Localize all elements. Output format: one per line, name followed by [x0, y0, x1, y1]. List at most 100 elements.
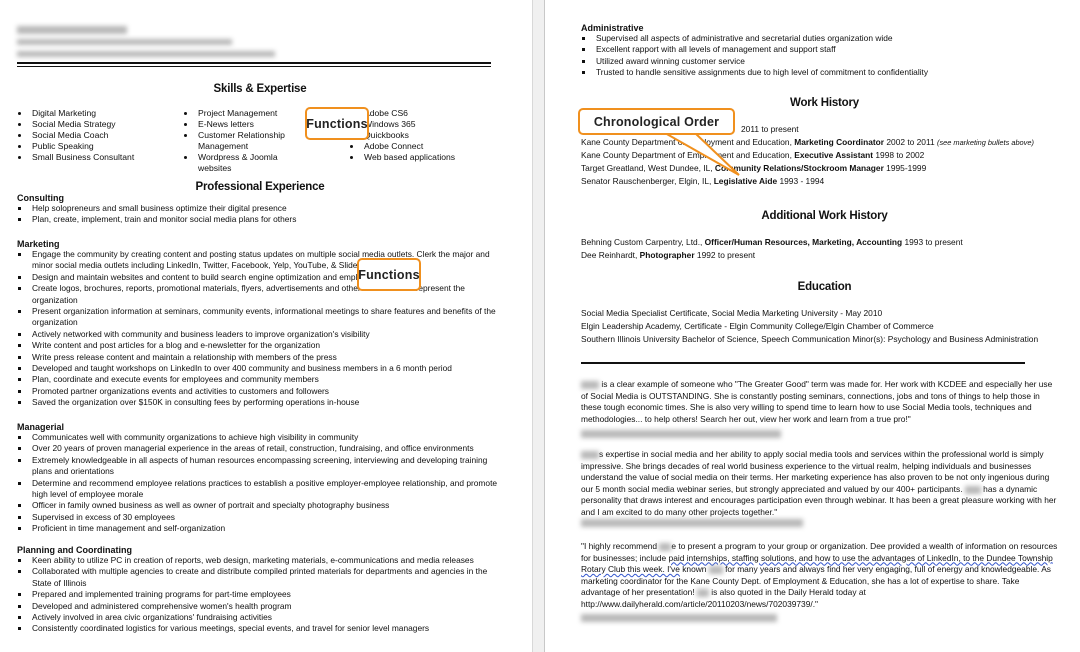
skill-item: Small Business Consultant	[16, 152, 176, 163]
bullet-item: Supervised all aspects of administrative…	[581, 33, 1061, 44]
entry-text: Dee Reinhardt,	[581, 250, 640, 260]
experience-section: Consulting Help solopreneurs and small bu…	[17, 193, 507, 226]
bullet-item: Supervised in excess of 30 employees	[17, 512, 507, 523]
skill-item: Adobe Connect	[348, 141, 508, 152]
section-title: Consulting	[17, 193, 64, 203]
bullet-item: Engage the community by creating content…	[17, 249, 507, 272]
bullet-item: Prepared and implemented training progra…	[17, 589, 507, 600]
testimonial-text: is a clear example of someone who "The G…	[581, 379, 1053, 424]
bullet-item: Determine and recommend employee relatio…	[17, 478, 507, 501]
bullet-item: Excellent rapport with all levels of man…	[581, 44, 1061, 55]
bullet-list: Communicates well with community organiz…	[17, 432, 507, 535]
bullet-item: Create logos, brochures, reports, promot…	[17, 283, 507, 306]
bullet-item: Write content and post articles for a bl…	[17, 340, 507, 351]
bullet-list: Supervised all aspects of administrative…	[581, 33, 1061, 79]
testimonial-3-signature-blurred	[581, 614, 777, 622]
bullet-item: Officer in family owned business as well…	[17, 500, 507, 511]
entry-text: 1992 to present	[694, 250, 756, 260]
job-title: Officer/Human Resources, Marketing, Acco…	[704, 237, 903, 247]
education-heading: Education	[797, 281, 852, 293]
testimonial-text: known	[679, 564, 709, 575]
skill-item: Quickbooks	[348, 130, 508, 141]
skill-item: Adobe CS6	[348, 108, 508, 119]
experience-section: Planning and Coordinating Keen ability to…	[17, 545, 507, 635]
bullet-list: Help solopreneurs and small business opt…	[17, 203, 507, 226]
contact-header-blurred	[17, 26, 275, 57]
bullet-item: Collaborated with multiple agencies to c…	[17, 566, 507, 589]
bullet-item: Consistently coordinated logistics for v…	[17, 623, 507, 634]
education-entry: Elgin Leadership Academy, Certificate - …	[581, 321, 934, 331]
history-entry: Dee Reinhardt, Photographer 1992 to pres…	[581, 249, 1071, 262]
bullet-item: Utilized award winning customer service	[581, 56, 1061, 67]
skill-item: E-News letters	[182, 119, 312, 130]
skill-item: Public Speaking	[16, 141, 176, 152]
bullet-item: Communicates well with community organiz…	[17, 432, 507, 443]
bullet-item: Over 20 years of proven managerial exper…	[17, 443, 507, 454]
testimonial-2-signature-blurred	[581, 519, 803, 527]
bullet-item: Promoted partner organizations events an…	[17, 386, 507, 397]
testimonial-1: is a clear example of someone who "The G…	[581, 379, 1059, 425]
section-title: Planning and Coordinating	[17, 545, 132, 555]
skills-column: Adobe CS6 Windows 365 Quickbooks Adobe Conn…	[348, 108, 508, 163]
skills-heading: Skills & Expertise	[213, 83, 307, 95]
bullet-item: Developed and administered comprehensive…	[17, 601, 507, 612]
experience-heading: Professional Experience	[195, 181, 325, 193]
experience-section: Marketing Engage the community by creatin…	[17, 239, 507, 409]
skills-list: Digital Marketing Social Media Strategy So…	[16, 108, 516, 173]
administrative-section: Administrative Supervised all aspects of…	[581, 23, 1061, 79]
entry-text: 1993 to present	[902, 237, 963, 247]
testimonial-2: s expertise in social media and her abil…	[581, 449, 1059, 519]
bullet-item: Trusted to handle sensitive assignments …	[581, 67, 1061, 78]
callout-functions-skills: Functions	[305, 107, 369, 140]
callout-chronological-order: Chronological Order	[578, 108, 735, 135]
entry-text: 2002 to 2011	[884, 137, 937, 147]
bullet-item: Plan, create, implement, train and monit…	[17, 214, 507, 225]
additional-work-heading: Additional Work History	[761, 210, 888, 222]
bullet-item: Design and maintain websites and content…	[17, 272, 507, 283]
skill-item: Customer Relationship Management	[182, 130, 312, 152]
testimonial-text: "I highly recommend	[581, 541, 660, 551]
section-title: Administrative	[581, 23, 644, 33]
skills-column: Digital Marketing Social Media Strategy So…	[16, 108, 176, 163]
entry-text: 1995-1999	[883, 163, 927, 173]
resume-page-2: Administrative Supervised all aspects of…	[545, 0, 1080, 652]
entry-text: (see marketing bullets above)	[936, 138, 1034, 147]
testimonial-3: "I highly recommend e to present a progr…	[581, 541, 1059, 611]
education-entry: Social Media Specialist Certificate, Soc…	[581, 308, 883, 318]
skill-item: Social Media Coach	[16, 130, 176, 141]
bullet-list: Engage the community by creating content…	[17, 249, 507, 409]
experience-section: Managerial Communicates well with communi…	[17, 422, 507, 535]
bullet-item: Present organization information at semi…	[17, 306, 507, 329]
bullet-list: Keen ability to utilize PC in creation o…	[17, 555, 507, 635]
skill-item: Wordpress & Joomla websites	[182, 152, 312, 174]
bullet-item: Help solopreneurs and small business opt…	[17, 203, 507, 214]
entry-text: 1993 - 1994	[777, 176, 825, 186]
bullet-item: Developed and taught workshops on Linked…	[17, 363, 507, 374]
skill-item: Social Media Strategy	[16, 119, 176, 130]
entry-text: Behning Custom Carpentry, Ltd.,	[581, 237, 705, 247]
header-divider	[17, 62, 491, 67]
section-title: Marketing	[17, 239, 60, 249]
skill-item: Web based applications	[348, 152, 508, 163]
job-title: Photographer	[639, 250, 695, 260]
page-gutter	[532, 0, 545, 652]
bullet-item: Actively involved in area civic organiza…	[17, 612, 507, 623]
testimonial-1-signature-blurred	[581, 430, 781, 438]
skill-item: Project Management	[182, 108, 312, 119]
testimonials-divider	[581, 362, 1025, 364]
bullet-item: Saved the organization over $150K in con…	[17, 397, 507, 408]
skill-item: Windows 365	[348, 119, 508, 130]
job-title: Executive Assistant	[794, 150, 874, 160]
resume-page-1: Skills & Expertise Digital Marketing Soci…	[0, 0, 532, 652]
skill-item: Digital Marketing	[16, 108, 176, 119]
education-list: Social Media Specialist Certificate, Soc…	[581, 307, 1071, 346]
entry-text: 1998 to 2002	[873, 150, 925, 160]
bullet-item: Extremely knowledgeable in all aspects o…	[17, 455, 507, 478]
callout-functions-marketing: Functions	[357, 258, 421, 291]
bullet-item: Write press release content and maintain…	[17, 352, 507, 363]
bullet-item: Keen ability to utilize PC in creation o…	[17, 555, 507, 566]
history-entry: Behning Custom Carpentry, Ltd., Officer/…	[581, 236, 1071, 249]
section-title: Managerial	[17, 422, 65, 432]
skills-column: Project Management E-News letters Customer…	[182, 108, 312, 174]
education-entry: Southern Illinois University Bachelor of…	[581, 334, 1039, 344]
